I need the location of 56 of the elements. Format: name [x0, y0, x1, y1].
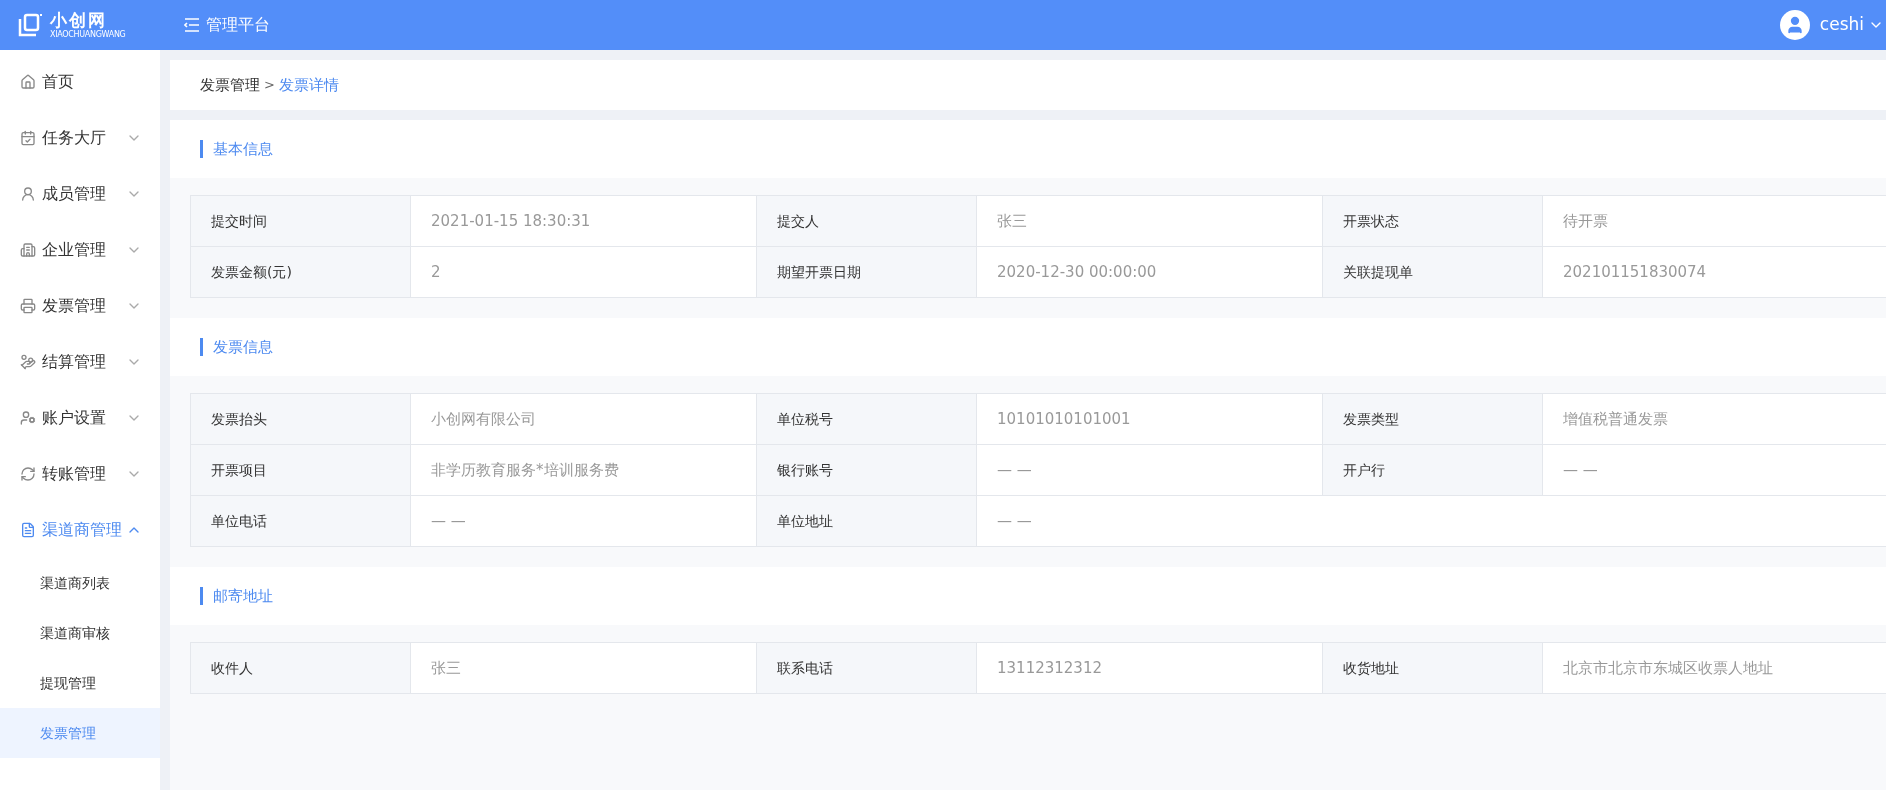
field-value: 北京市北京市东城区收票人地址 [1543, 643, 1886, 694]
breadcrumb-link[interactable]: 发票详情 [278, 73, 339, 97]
breadcrumb-separator: > [264, 76, 275, 95]
sidebar-item[interactable]: 账户设置 [0, 390, 160, 446]
field-label: 银行账号 [757, 445, 977, 496]
field-label: 发票抬头 [191, 394, 411, 445]
field-label: 联系电话 [757, 643, 977, 694]
field-value: 待开票 [1543, 196, 1886, 247]
field-value: 增值税普通发票 [1543, 394, 1886, 445]
section-title: 基本信息 [200, 140, 273, 158]
submenu-item[interactable]: 提现管理 [0, 658, 160, 708]
logo-subtitle: XIAOCHUANGWANG [50, 30, 126, 39]
submenu-item[interactable]: 渠道商审核 [0, 608, 160, 658]
user-icon [20, 186, 36, 202]
field-label: 发票类型 [1323, 394, 1543, 445]
section-title: 邮寄地址 [200, 587, 273, 605]
sidebar-item[interactable]: 发票管理 [0, 278, 160, 334]
field-label: 收件人 [191, 643, 411, 694]
calendar-icon [20, 130, 36, 146]
submenu-item[interactable]: 渠道商列表 [0, 558, 160, 608]
home-icon [20, 74, 36, 90]
breadcrumb-link[interactable]: 发票管理 [200, 73, 260, 97]
sidebar-item[interactable]: 企业管理 [0, 222, 160, 278]
field-label: 单位税号 [757, 394, 977, 445]
field-label: 开票状态 [1323, 196, 1543, 247]
sidebar-item[interactable]: 首页 [0, 54, 160, 110]
hand-coins-icon [20, 354, 36, 370]
field-label: 提交时间 [191, 196, 411, 247]
sidebar-item[interactable]: 结算管理 [0, 334, 160, 390]
section-title: 发票信息 [200, 338, 273, 356]
sidebar-item[interactable]: 任务大厅 [0, 110, 160, 166]
field-label: 发票金额(元) [191, 247, 411, 298]
building-icon [20, 242, 36, 258]
field-label: 收货地址 [1323, 643, 1543, 694]
sidebar-item[interactable]: 转账管理 [0, 446, 160, 502]
sidebar-item[interactable]: 成员管理 [0, 166, 160, 222]
field-value: — — [1543, 445, 1886, 496]
field-label: 单位电话 [191, 496, 411, 547]
logo-icon [18, 13, 44, 37]
field-label: 开票项目 [191, 445, 411, 496]
field-label: 提交人 [757, 196, 977, 247]
document-icon [20, 522, 36, 538]
user-gear-icon [20, 410, 36, 426]
logo-name: 小创网 [50, 11, 108, 29]
refresh-icon [20, 466, 36, 482]
field-label: 关联提现单 [1323, 247, 1543, 298]
field-label: 单位地址 [757, 496, 977, 547]
menu-fold-icon[interactable] [184, 18, 200, 32]
field-value: — — [977, 496, 1886, 547]
field-label: 期望开票日期 [757, 247, 977, 298]
sidebar-item[interactable]: 渠道商管理 [0, 502, 160, 558]
field-value: 202101151830074 [1543, 247, 1886, 298]
field-label: 开户行 [1323, 445, 1543, 496]
printer-icon [20, 298, 36, 314]
platform-title: 管理平台 [206, 14, 270, 36]
avatar-icon[interactable] [1779, 10, 1810, 40]
